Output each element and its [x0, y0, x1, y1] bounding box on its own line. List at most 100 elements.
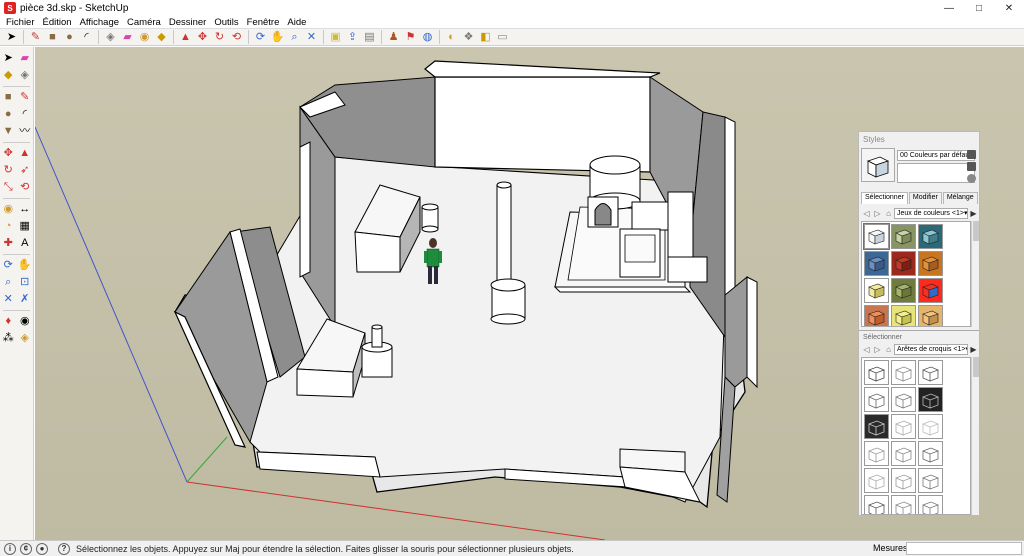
- offset-tool-button[interactable]: ⟲: [228, 29, 245, 45]
- eraser-tool-button[interactable]: ▰: [17, 51, 34, 67]
- arc-tool-button[interactable]: ◜: [17, 107, 34, 123]
- tape-measure-button[interactable]: ◉: [136, 29, 153, 45]
- add-location-button[interactable]: ⚑: [402, 29, 419, 45]
- menu-fenetre[interactable]: Fenêtre: [243, 17, 284, 28]
- edge-style-swatch[interactable]: [918, 414, 943, 439]
- menu-outils[interactable]: Outils: [210, 17, 242, 28]
- forward-arrow-icon[interactable]: ▷: [872, 344, 883, 355]
- create-style-icon[interactable]: [967, 150, 976, 159]
- rectangle-tool-button[interactable]: ■: [44, 29, 61, 45]
- line-tool-button[interactable]: ✎: [17, 90, 34, 106]
- color-style-swatch[interactable]: [918, 305, 943, 326]
- collection-dropdown-1[interactable]: Jeux de couleurs <1> ▾: [894, 207, 968, 219]
- style-preview-thumbnail[interactable]: [861, 148, 895, 182]
- edge-style-swatch[interactable]: [891, 441, 916, 466]
- position-camera-button[interactable]: ♦: [0, 314, 17, 330]
- edge-style-swatch[interactable]: [864, 387, 889, 412]
- get-models-button[interactable]: ♟: [385, 29, 402, 45]
- paint-bucket-button[interactable]: ◆: [0, 68, 17, 84]
- user-icon[interactable]: ●: [36, 542, 48, 555]
- follow-me-button[interactable]: ➶: [17, 163, 34, 179]
- minimize-button[interactable]: —: [934, 0, 964, 16]
- edge-style-swatch[interactable]: [864, 441, 889, 466]
- materials-button[interactable]: ◧: [477, 29, 494, 45]
- components-button[interactable]: ❖: [460, 29, 477, 45]
- circle-tool-button[interactable]: ●: [61, 29, 78, 45]
- line-tool-button[interactable]: ✎: [27, 29, 44, 45]
- menu-fichier[interactable]: Fichier: [2, 17, 39, 28]
- edge-style-swatch[interactable]: [891, 387, 916, 412]
- help-icon[interactable]: ?: [58, 542, 70, 555]
- geo-location-icon[interactable]: i: [4, 542, 16, 555]
- edge-style-swatch[interactable]: [864, 360, 889, 385]
- push-pull-button[interactable]: ▲: [177, 29, 194, 45]
- menu-aide[interactable]: Aide: [283, 17, 310, 28]
- tab-mix[interactable]: Mélange: [942, 192, 978, 204]
- layers-button[interactable]: ▭: [494, 29, 511, 45]
- measurements-input[interactable]: [906, 542, 1022, 555]
- refresh-icon[interactable]: [967, 174, 976, 183]
- menu-dessiner[interactable]: Dessiner: [165, 17, 211, 28]
- zoom-extents-button[interactable]: ✕: [303, 29, 320, 45]
- color-style-swatch[interactable]: [918, 278, 943, 303]
- 3d-text-button[interactable]: A: [17, 236, 34, 252]
- edge-style-swatch[interactable]: [918, 468, 943, 493]
- scrollbar-thumb[interactable]: [973, 221, 979, 241]
- collection-dropdown-2[interactable]: Arêtes de croquis <1> ▾: [894, 343, 968, 355]
- tape-measure-button[interactable]: ◉: [0, 202, 17, 218]
- scale-tool-button[interactable]: ⤡: [0, 180, 17, 196]
- edge-style-swatch[interactable]: [918, 495, 943, 514]
- edge-style-swatch[interactable]: [918, 387, 943, 412]
- edge-style-swatch[interactable]: [918, 360, 943, 385]
- arc-tool-button[interactable]: ◜: [78, 29, 95, 45]
- menu-edition[interactable]: Édition: [39, 17, 76, 28]
- update-style-icon[interactable]: [967, 162, 976, 171]
- color-style-swatch[interactable]: [918, 251, 943, 276]
- freehand-tool-button[interactable]: 〰: [17, 124, 34, 140]
- previous-view-button[interactable]: ✗: [17, 292, 34, 308]
- color-style-swatch[interactable]: [891, 278, 916, 303]
- orbit-tool-button[interactable]: ⟳: [252, 29, 269, 45]
- edge-style-swatch[interactable]: [864, 495, 889, 514]
- protractor-button[interactable]: ◔: [0, 219, 17, 235]
- color-style-swatch[interactable]: [864, 251, 889, 276]
- credits-icon[interactable]: ¢: [20, 542, 32, 555]
- edge-style-swatch[interactable]: [891, 468, 916, 493]
- pan-tool-button[interactable]: ✋: [17, 258, 34, 274]
- edge-style-swatch[interactable]: [864, 468, 889, 493]
- color-style-swatch[interactable]: [918, 224, 943, 249]
- rotate-tool-button[interactable]: ↻: [0, 163, 17, 179]
- back-arrow-icon[interactable]: ◁: [861, 208, 872, 219]
- edge-grid-scrollbar[interactable]: [971, 357, 979, 515]
- tab-edit[interactable]: Modifier: [908, 192, 942, 204]
- move-tool-button[interactable]: ✥: [0, 146, 17, 162]
- axes-tool-button[interactable]: ✚: [0, 236, 17, 252]
- scrollbar-thumb[interactable]: [973, 357, 979, 377]
- styles-button[interactable]: ◐: [443, 29, 460, 45]
- extension-warehouse-button[interactable]: ▤: [361, 29, 378, 45]
- color-style-swatch[interactable]: [891, 251, 916, 276]
- color-style-swatch[interactable]: [891, 305, 916, 326]
- offset-tool-button[interactable]: ⟲: [17, 180, 34, 196]
- edge-style-swatch[interactable]: [891, 360, 916, 385]
- share-model-button[interactable]: ⇪: [344, 29, 361, 45]
- select-tool-button[interactable]: ➤: [0, 51, 17, 67]
- zoom-tool-button[interactable]: ⌕: [0, 275, 17, 291]
- polygon-tool-button[interactable]: ▼: [0, 124, 17, 140]
- menu-affichage[interactable]: Affichage: [76, 17, 123, 28]
- edge-style-swatch[interactable]: [864, 414, 889, 439]
- walk-tool-button[interactable]: ⁂: [0, 331, 17, 347]
- rotate-tool-button[interactable]: ↻: [211, 29, 228, 45]
- color-style-swatch[interactable]: [863, 223, 890, 250]
- geo-location-button[interactable]: ◍: [419, 29, 436, 45]
- select-tool-button[interactable]: ➤: [3, 29, 20, 45]
- circle-tool-button[interactable]: ●: [0, 107, 17, 123]
- color-style-swatch[interactable]: [891, 224, 916, 249]
- zoom-tool-button[interactable]: ⌕: [286, 29, 303, 45]
- style-name-field[interactable]: 00 Couleurs par défaut: [897, 150, 975, 161]
- pan-tool-button[interactable]: ✋: [269, 29, 286, 45]
- tab-select[interactable]: Sélectionner: [861, 192, 908, 204]
- edge-style-swatch[interactable]: [891, 414, 916, 439]
- style-description-field[interactable]: [897, 163, 975, 183]
- eraser-tool-button[interactable]: ▰: [119, 29, 136, 45]
